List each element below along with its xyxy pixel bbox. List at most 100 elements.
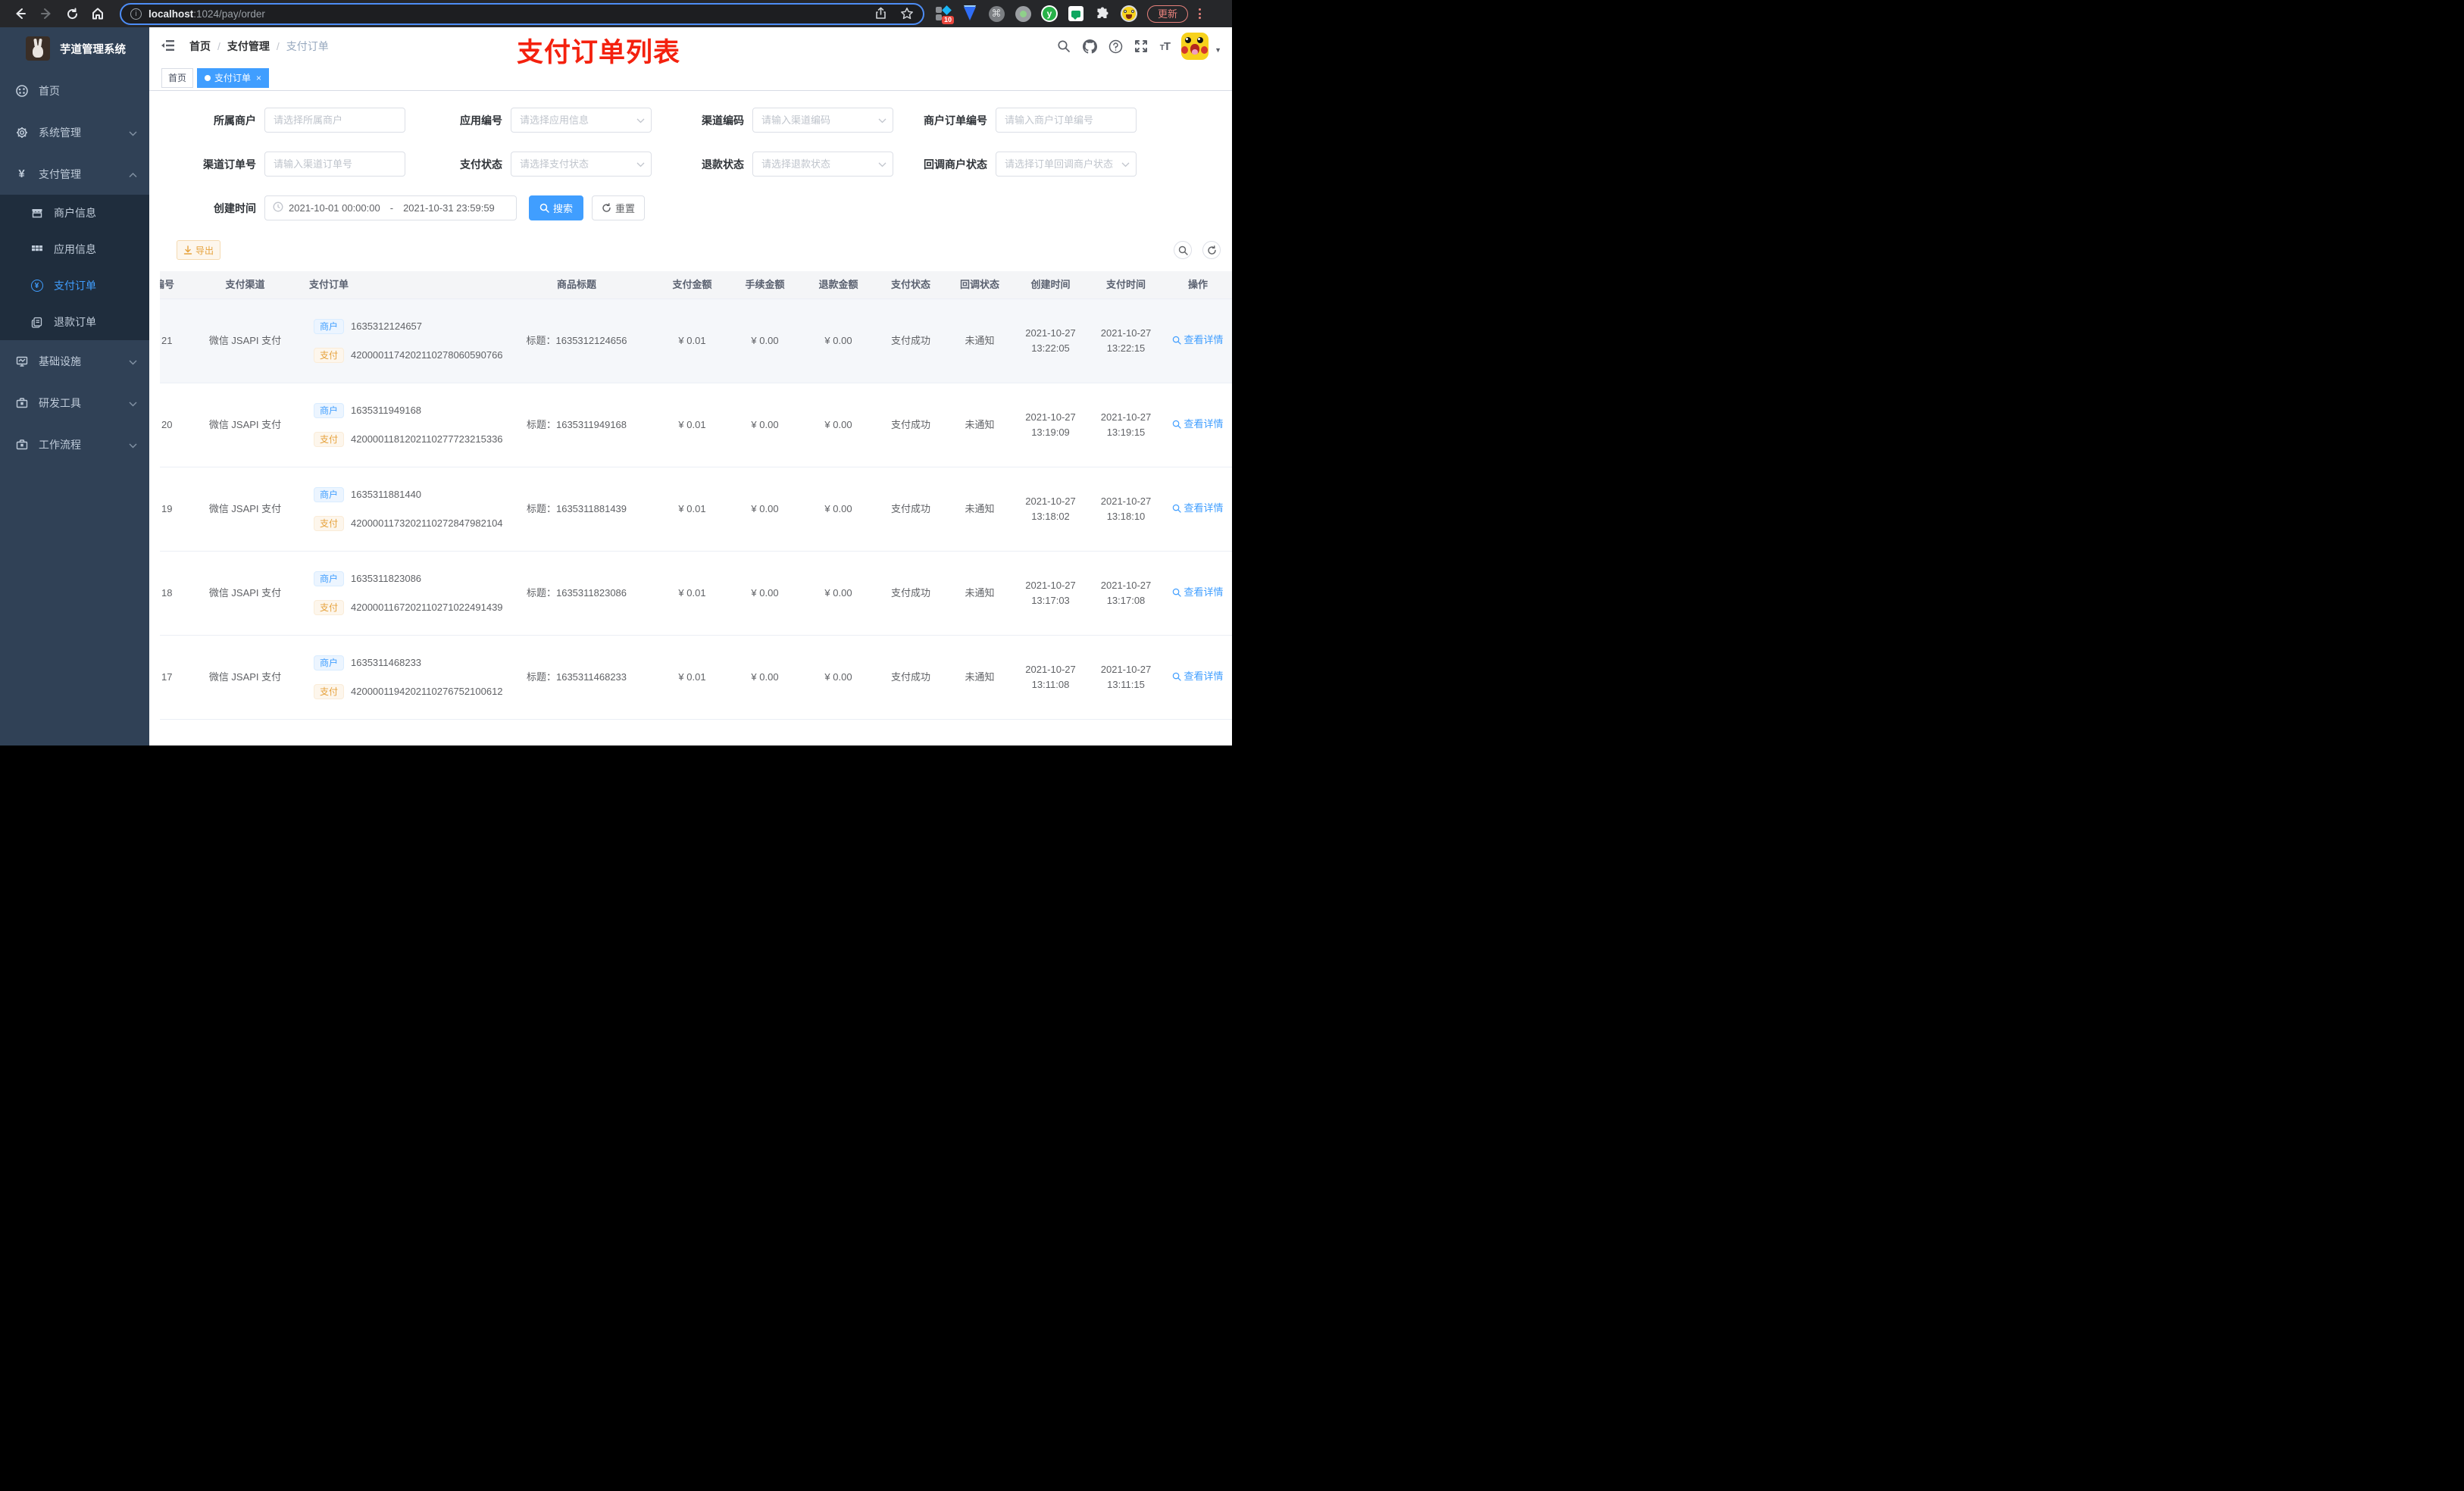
sidebar-item-app-info[interactable]: 应用信息 — [0, 231, 149, 267]
pay-tag: 支付 — [314, 683, 345, 699]
site-info-icon[interactable]: i — [130, 8, 142, 20]
refresh-table-icon[interactable] — [1202, 241, 1221, 259]
filter-create-time: 创建时间 2021-10-01 00:00:00 - 2021-10-31 23… — [214, 195, 517, 220]
table-row[interactable]: 19 微信 JSAPI 支付 商户 1635311881440 支付 4200001… — [160, 467, 1232, 552]
view-detail-link[interactable]: 查看详情 — [1172, 417, 1224, 432]
page-title-annotation: 支付订单列表 — [517, 38, 681, 67]
sidebar-item-pay[interactable]: ¥ 支付管理 — [0, 153, 149, 195]
refund-status-select[interactable] — [752, 152, 893, 177]
notify-status-select[interactable] — [996, 152, 1137, 177]
browser-menu-icon[interactable] — [1199, 8, 1202, 19]
extension-recorder-icon[interactable] — [1015, 5, 1031, 22]
github-icon[interactable] — [1082, 39, 1097, 54]
font-size-icon[interactable]: TT — [1160, 40, 1171, 53]
pay-tag: 支付 — [314, 515, 345, 531]
browser-forward-button[interactable] — [38, 5, 55, 22]
sidebar-item-infra[interactable]: 基础设施 — [0, 340, 149, 382]
pay-tag: 支付 — [314, 431, 345, 447]
monitor-icon — [15, 355, 28, 367]
search-icon[interactable] — [1057, 39, 1071, 54]
url-bar[interactable]: i localhost:1024/pay/order — [120, 2, 924, 25]
sidebar-collapse-icon[interactable] — [161, 38, 177, 55]
breadcrumb-current: 支付订单 — [286, 40, 329, 52]
table-row[interactable]: 21 微信 JSAPI 支付 商户 1635312124657 支付 4200001… — [160, 299, 1232, 383]
date-start: 2021-10-01 00:00:00 — [289, 202, 380, 214]
browser-back-button[interactable] — [12, 5, 29, 22]
sidebar-item-home[interactable]: 首页 — [0, 70, 149, 111]
status-badge: 支付成功 — [890, 418, 930, 430]
bookmark-star-icon[interactable] — [900, 7, 914, 20]
browser-update-button[interactable]: 更新 — [1147, 5, 1189, 23]
tags-view-bar: 首页 支付订单 × — [149, 65, 1232, 91]
table-row[interactable]: 18 微信 JSAPI 支付 商户 1635311823086 支付 4200001… — [160, 552, 1232, 636]
merchant-tag: 商户 — [314, 403, 345, 419]
sidebar-item-workflow[interactable]: 工作流程 — [0, 424, 149, 465]
date-range-picker[interactable]: 2021-10-01 00:00:00 - 2021-10-31 23:59:5… — [264, 195, 517, 220]
user-avatar[interactable] — [1181, 33, 1209, 60]
breadcrumb: 首页 / 支付管理 / 支付订单 — [189, 39, 329, 54]
browser-home-button[interactable] — [89, 5, 106, 22]
app-logo[interactable]: 芋道管理系统 — [0, 27, 149, 70]
breadcrumb-section[interactable]: 支付管理 — [227, 39, 270, 54]
extension-badge: 10 — [941, 16, 954, 24]
tab-close-icon[interactable]: × — [256, 73, 261, 83]
filter-channel-order-no: 渠道订单号 — [203, 152, 405, 177]
sidebar-item-merchant-info[interactable]: 商户信息 — [0, 195, 149, 231]
view-detail-link[interactable]: 查看详情 — [1172, 333, 1224, 348]
extensions-puzzle-icon[interactable] — [1094, 5, 1111, 22]
sidebar-item-pay-order[interactable]: ¥ 支付订单 — [0, 267, 149, 304]
help-icon[interactable] — [1108, 39, 1123, 54]
extension-sketch-icon[interactable] — [962, 5, 978, 22]
sidebar-item-refund-order[interactable]: 退款订单 — [0, 304, 149, 340]
pay-status-select[interactable] — [511, 152, 652, 177]
merchant-tag: 商户 — [314, 319, 345, 335]
extension-y-icon[interactable]: y — [1041, 5, 1058, 22]
show-search-toggle-icon[interactable] — [1174, 241, 1192, 259]
sidebar: 芋道管理系统 首页 系统管理 ¥ 支付管理 商户信息 应用信息 ¥ 支付订单 退… — [0, 27, 149, 746]
share-icon[interactable] — [874, 7, 888, 20]
chevron-down-icon — [129, 127, 137, 139]
view-detail-link[interactable]: 查看详情 — [1172, 501, 1224, 516]
channel-order-no-input[interactable] — [264, 152, 405, 177]
table-row[interactable]: 20 微信 JSAPI 支付 商户 1635311949168 支付 4200001… — [160, 383, 1232, 467]
document-icon — [30, 317, 43, 328]
extension-tasks-icon[interactable]: 10 — [935, 5, 954, 24]
export-button[interactable]: 导出 — [177, 240, 220, 260]
user-menu-caret-icon[interactable]: ▼ — [1215, 46, 1221, 54]
filter-pay-status: 支付状态 — [460, 152, 652, 177]
breadcrumb-home[interactable]: 首页 — [189, 39, 211, 54]
filter-merchant: 所属商户 — [214, 108, 405, 133]
sidebar-item-system[interactable]: 系统管理 — [0, 111, 149, 153]
extension-emoji-icon[interactable] — [1121, 5, 1137, 22]
filter-app: 应用编号 — [460, 108, 652, 133]
browser-reload-button[interactable] — [64, 5, 80, 22]
chevron-up-icon — [129, 168, 137, 180]
grid-icon — [30, 243, 43, 255]
view-detail-link[interactable]: 查看详情 — [1172, 669, 1224, 684]
app-title: 芋道管理系统 — [60, 43, 126, 56]
top-navbar: 首页 / 支付管理 / 支付订单 TT ▼ — [149, 27, 1232, 65]
merchant-tag: 商户 — [314, 655, 345, 671]
browser-chrome: i localhost:1024/pay/order 10 ⌘ y 更新 — [0, 0, 1232, 27]
fullscreen-icon[interactable] — [1134, 39, 1149, 54]
extension-chat-icon[interactable] — [1068, 5, 1084, 22]
chevron-down-icon — [878, 114, 886, 127]
tab-pay-order[interactable]: 支付订单 × — [197, 67, 270, 88]
extension-command-icon[interactable]: ⌘ — [988, 5, 1005, 22]
tab-home[interactable]: 首页 — [161, 67, 194, 88]
sidebar-item-dev-tools[interactable]: 研发工具 — [0, 382, 149, 424]
table-row-partial[interactable]: 商户1635311054796 — [160, 720, 1232, 746]
reset-button[interactable]: 重置 — [592, 195, 645, 220]
pay-tag: 支付 — [314, 599, 345, 615]
status-badge: 支付成功 — [890, 670, 930, 683]
merchant-order-no-input[interactable] — [996, 108, 1137, 133]
search-button[interactable]: 搜索 — [529, 195, 583, 220]
table-row[interactable]: 17 微信 JSAPI 支付 商户 1635311468233 支付 4200001… — [160, 636, 1232, 720]
merchant-input[interactable] — [264, 108, 405, 133]
chevron-down-icon — [129, 355, 137, 367]
channel-code-select[interactable] — [752, 108, 893, 133]
yen-icon: ¥ — [18, 167, 25, 180]
filter-merchant-order-no: 商户订单编号 — [924, 108, 1137, 133]
app-select[interactable] — [511, 108, 652, 133]
view-detail-link[interactable]: 查看详情 — [1172, 585, 1224, 600]
